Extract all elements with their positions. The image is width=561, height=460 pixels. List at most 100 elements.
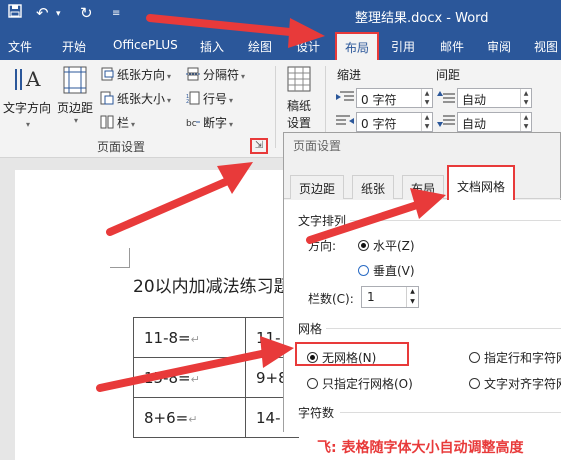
paragraph-mark-icon: ↵	[190, 372, 200, 386]
margins-icon	[55, 66, 95, 97]
undo-icon[interactable]: ↶	[36, 4, 49, 22]
table-cell[interactable]: 8+6=↵	[133, 397, 246, 438]
table-cell[interactable]: 15-8=↵	[133, 357, 246, 398]
size-label: 纸张大小	[117, 92, 166, 106]
line-grid-only-radio[interactable]: 只指定行网格(O)	[307, 375, 413, 392]
line-numbers-button[interactable]: 1 2 行号 ▾	[186, 90, 233, 108]
margin-corner-mark	[110, 248, 130, 268]
text-arrangement-section: 文字排列	[298, 214, 347, 228]
hyphenation-button[interactable]: bc 断字 ▾	[186, 114, 233, 132]
text-direction-label: 文字方向	[2, 101, 51, 115]
tab-paper[interactable]: 纸张	[352, 175, 395, 199]
tab-draw[interactable]: 绘图	[248, 38, 272, 55]
indent-right-spinner[interactable]: ▲ ▼	[421, 113, 432, 131]
dialog-tabs: 页边距 纸张 布局 文档网格	[284, 165, 561, 200]
no-grid-label: 无网格(N)	[322, 351, 377, 365]
tab-margins[interactable]: 页边距	[290, 175, 345, 199]
horizontal-radio[interactable]: 水平(Z)	[358, 237, 415, 254]
dialog-launcher-icon: ⇲	[254, 140, 264, 151]
columns-button[interactable]: 栏 ▾	[100, 114, 135, 132]
spacing-before-input[interactable]: 自动 ▲ ▼	[457, 88, 532, 108]
tab-dlg-layout[interactable]: 布局	[402, 175, 445, 199]
radio-dot	[358, 240, 369, 251]
margins-label: 页边距	[56, 101, 93, 115]
ribbon-separator	[275, 66, 276, 148]
tab-officeplus[interactable]: OfficePLUS	[113, 38, 178, 52]
hyphenation-label: 断字	[203, 116, 228, 130]
page-setup-dialog-launcher[interactable]: ⇲	[250, 138, 268, 154]
columns-count-input[interactable]: 1 ▲ ▼	[361, 286, 419, 308]
save-icon[interactable]	[8, 4, 22, 22]
page-setup-group-label: 页面设置	[97, 140, 146, 154]
align-chars-label: 文字对齐字符网格	[484, 377, 561, 391]
title-bar: ↶ ▾ ↻ ≡ 整理结果.docx - Word	[0, 0, 561, 30]
text-direction-icon: A	[2, 66, 52, 97]
tab-layout[interactable]: 布局	[335, 32, 380, 60]
redo-icon[interactable]: ↻	[80, 4, 93, 22]
columns-spinner[interactable]: ▲ ▼	[406, 287, 418, 307]
document-title: 整理结果.docx - Word	[355, 11, 489, 26]
breaks-button[interactable]: 分隔符 ▾	[186, 66, 245, 84]
snap-to-char-grid-radio[interactable]: 文字对齐字符网格	[469, 375, 561, 392]
cell-text: 15-8=	[144, 368, 191, 387]
text-direction-button[interactable]: A 文字方向▾	[2, 66, 52, 130]
radio-dot	[469, 352, 480, 363]
direction-label: 方向:	[308, 239, 337, 253]
document-heading: 20以内加减法练习题	[133, 277, 291, 297]
line-and-char-label: 指定行和字符网格	[484, 351, 561, 365]
section-divider	[340, 412, 561, 413]
tab-insert[interactable]: 插入	[200, 38, 224, 55]
size-button[interactable]: 纸张大小 ▾	[100, 90, 171, 108]
svg-text:A: A	[25, 67, 41, 91]
undo-dropdown-icon[interactable]: ▾	[56, 9, 61, 19]
columns-label: 栏数(C):	[308, 292, 354, 306]
indent-left-input[interactable]: 0 字符 ▲ ▼	[356, 88, 433, 108]
tab-home[interactable]: 开始	[62, 38, 86, 55]
manuscript-settings-button[interactable]: 稿纸 设置	[280, 66, 318, 131]
paragraph-mark-icon: ↵	[188, 412, 198, 426]
no-grid-radio[interactable]: 无网格(N)	[307, 349, 376, 366]
spacing-before-spinner[interactable]: ▲ ▼	[520, 89, 531, 107]
manuscript-label-1: 稿纸	[286, 99, 311, 113]
tab-document-grid[interactable]: 文档网格	[447, 165, 516, 200]
svg-text:2: 2	[186, 99, 189, 105]
indent-left-spinner[interactable]: ▲ ▼	[421, 89, 432, 107]
cell-text: 11-8=	[144, 328, 191, 347]
indent-right-input[interactable]: 0 字符 ▲ ▼	[356, 112, 433, 132]
spacing-before-icon	[437, 90, 455, 107]
tab-references[interactable]: 引用	[391, 38, 415, 55]
indent-right-value: 0 字符	[361, 117, 397, 131]
paper-size-icon	[100, 91, 114, 108]
spacing-after-spinner[interactable]: ▲ ▼	[520, 113, 531, 131]
vertical-radio[interactable]: 垂直(V)	[358, 262, 415, 279]
indent-label: 缩进	[337, 68, 362, 82]
tab-file[interactable]: 文件	[8, 38, 32, 55]
orientation-button[interactable]: 纸张方向 ▾	[100, 66, 171, 84]
annotation-caption: 飞: 表格随字体大小自动调整高度	[299, 432, 561, 460]
dialog-title: 页面设置	[293, 139, 342, 153]
paragraph-mark-icon: ↵	[190, 332, 200, 346]
grid-section: 网格	[298, 322, 323, 336]
spacing-after-input[interactable]: 自动 ▲ ▼	[457, 112, 532, 132]
section-divider	[350, 220, 561, 221]
indent-left-icon	[336, 90, 354, 107]
indent-right-icon	[336, 114, 354, 131]
orientation-label: 纸张方向	[117, 68, 166, 82]
line-and-char-grid-radio[interactable]: 指定行和字符网格	[469, 349, 561, 366]
margins-button[interactable]: 页边距 ▾	[55, 66, 95, 125]
vertical-label: 垂直(V)	[373, 264, 415, 278]
customize-quick-access-icon[interactable]: ≡	[112, 8, 120, 19]
line-numbers-label: 行号	[203, 92, 228, 106]
tab-review[interactable]: 审阅	[487, 38, 511, 55]
columns-icon	[100, 115, 114, 132]
spacing-after-value: 自动	[462, 117, 487, 131]
spacing-before-value: 自动	[462, 93, 487, 107]
horizontal-label: 水平(Z)	[373, 239, 415, 253]
tab-design[interactable]: 设计	[296, 38, 320, 55]
manuscript-label-2: 设置	[286, 116, 311, 130]
tab-mailings[interactable]: 邮件	[440, 38, 464, 55]
tab-view[interactable]: 视图	[534, 38, 558, 55]
hyphenation-icon: bc	[186, 115, 200, 132]
table-cell[interactable]: 11-8=↵	[133, 317, 246, 358]
ribbon-tabs: 文件 开始 OfficePLUS 插入 绘图 设计 布局 引用 邮件 审阅 视图	[0, 30, 561, 60]
